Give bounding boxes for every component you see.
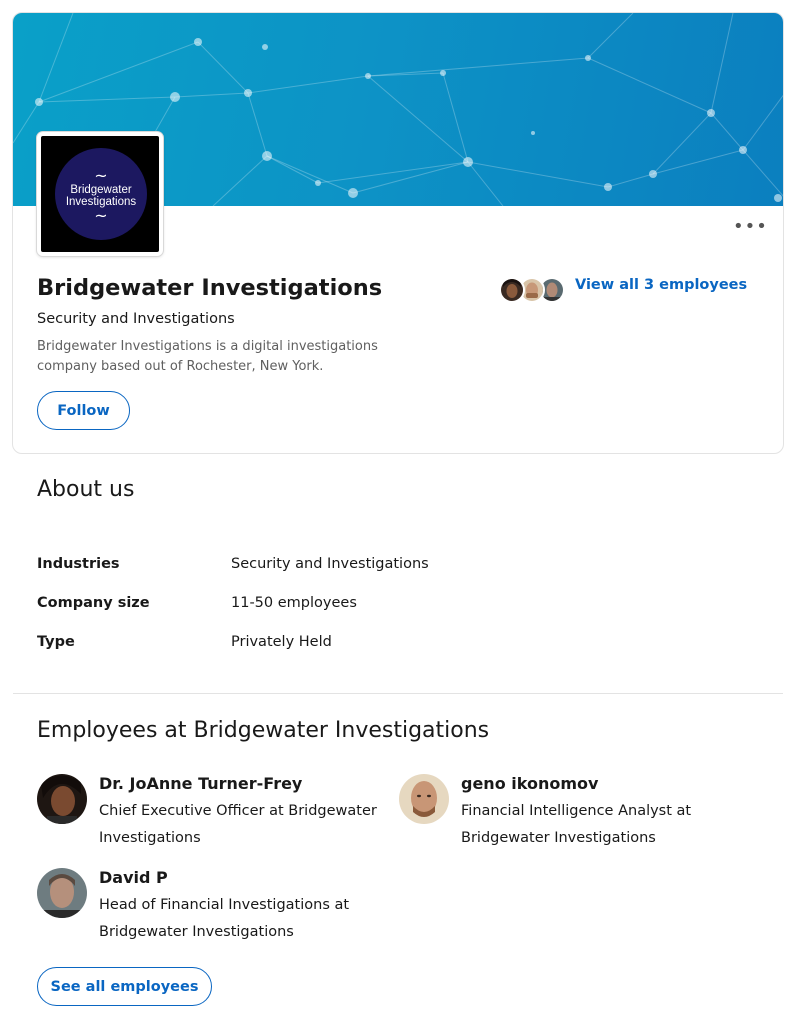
about-section-title: About us [37,477,135,502]
employee-name[interactable]: David P [99,868,168,887]
company-tagline: Bridgewater Investigations is a digital … [37,339,378,374]
logo-text: Bridgewater Investigations [65,184,137,208]
employee-name[interactable]: geno ikonomov [461,774,598,793]
company-header-card: ~ Bridgewater Investigations ~ ••• Bridg… [12,12,784,454]
employee-title: Financial Intelligence Analyst at Bridge… [461,803,692,846]
about-value: Privately Held [231,634,332,650]
about-row-industries: Industries Security and Investigations [37,556,737,576]
logo-squiggle-top: ~ [94,166,108,185]
employee-title: Chief Executive Officer at Bridgewater I… [99,803,377,846]
company-industry: Security and Investigations [37,311,235,327]
about-row-type: Type Privately Held [37,634,737,654]
more-options-button[interactable]: ••• [733,217,767,241]
follow-button[interactable]: Follow [37,391,130,430]
about-row-company-size: Company size 11-50 employees [37,595,737,615]
logo-badge: ~ Bridgewater Investigations ~ [55,148,147,240]
about-label: Industries [37,556,120,572]
logo-squiggle-bottom: ~ [94,206,108,225]
employee-photo[interactable] [37,774,87,824]
about-value: Security and Investigations [231,556,429,572]
employee-photo[interactable] [399,774,449,824]
section-divider [13,693,783,694]
company-name: Bridgewater Investigations [37,275,383,301]
avatar [499,277,525,303]
employee-title: Head of Financial Investigations at Brid… [99,897,350,940]
see-all-employees-button[interactable]: See all employees [37,967,212,1006]
employee-name[interactable]: Dr. JoAnne Turner-Frey [99,774,302,793]
logo-background: ~ Bridgewater Investigations ~ [41,136,159,252]
about-value: 11-50 employees [231,595,357,611]
company-logo[interactable]: ~ Bridgewater Investigations ~ [37,132,163,256]
employee-avatar-stack[interactable] [499,277,567,303]
employees-section-title: Employees at Bridgewater Investigations [37,718,490,743]
about-label: Company size [37,595,150,611]
about-label: Type [37,634,75,650]
employee-photo[interactable] [37,868,87,918]
view-all-employees-link[interactable]: View all 3 employees [575,277,747,293]
